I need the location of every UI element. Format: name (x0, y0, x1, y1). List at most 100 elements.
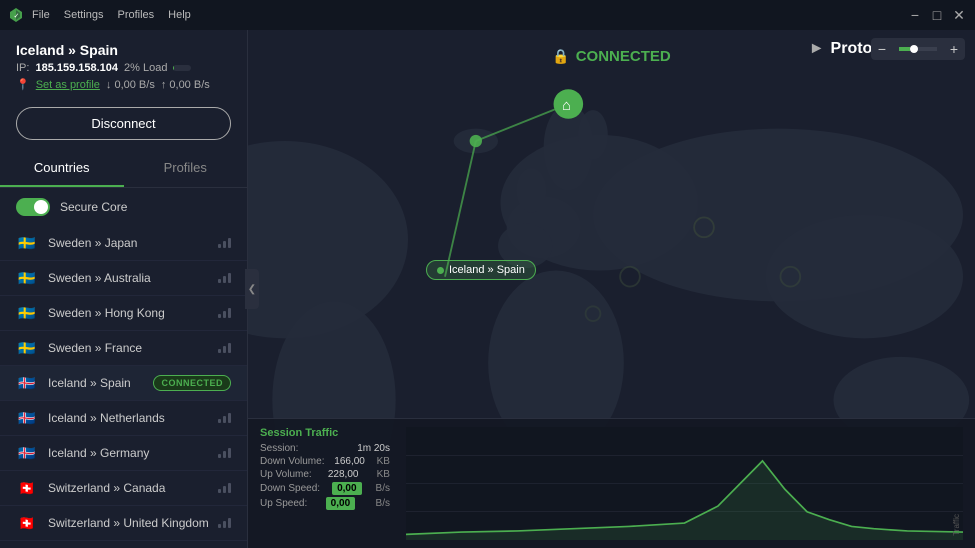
down-vol-unit: KB (377, 456, 390, 467)
server-name: Sweden » Hong Kong (48, 306, 218, 320)
set-profile-link[interactable]: Set as profile (36, 79, 100, 91)
menu-file[interactable]: File (32, 9, 50, 21)
load-bar-container (173, 65, 191, 71)
traffic-stats: Session Traffic Session: 1m 20s Down Vol… (260, 427, 390, 540)
signal-dots (218, 448, 231, 458)
down-speed-label: Down Speed: (260, 483, 320, 494)
traffic-chart: Traffic (406, 427, 963, 540)
up-speed-label: Up Speed: (260, 498, 307, 509)
flag-icon: 🇸🇪 (16, 235, 38, 251)
up-vol-label: Up Volume: (260, 469, 312, 480)
signal-dots (218, 483, 231, 493)
tabs: Countries Profiles (0, 150, 247, 188)
pin-icon: 📍 (16, 78, 30, 91)
ip-row: IP: 185.159.158.104 2% Load (16, 62, 231, 74)
maximize-button[interactable]: □ (929, 7, 945, 23)
traffic-panel: Session Traffic Session: 1m 20s Down Vol… (248, 418, 975, 548)
server-item[interactable]: 🇨🇭Switzerland » United Kingdom (0, 506, 247, 541)
flag-icon: 🇮🇸 (16, 445, 38, 461)
server-name: Iceland » Netherlands (48, 411, 218, 425)
connection-info: Iceland » Spain IP: 185.159.158.104 2% L… (0, 30, 247, 101)
server-name: Sweden » Japan (48, 236, 218, 250)
load-bar (173, 65, 191, 71)
map-area: 🔒 CONNECTED ► ProtonVPN − + (248, 30, 975, 548)
zoom-in-button[interactable]: + (943, 38, 965, 60)
connected-label: CONNECTED (576, 48, 671, 65)
menu-settings[interactable]: Settings (64, 9, 104, 21)
flag-icon: 🇸🇪 (16, 305, 38, 321)
down-vol-row: Down Volume: 166,00 KB (260, 456, 390, 467)
secure-core-toggle[interactable] (16, 198, 50, 216)
server-item[interactable]: 🇸🇪 Sweden » Hong Kong (0, 296, 247, 331)
titlebar: ✓ File Settings Profiles Help − □ ✕ (0, 0, 975, 30)
server-list: 🇸🇪Sweden » Japan🇸🇪Sweden » Australia🇸🇪Sw… (0, 226, 247, 548)
flag-icon: 🇮🇸 (16, 375, 38, 391)
svg-text:✓: ✓ (14, 13, 20, 20)
zoom-controls: − + (871, 38, 965, 60)
server-name: Sweden » Australia (48, 271, 218, 285)
proton-icon: ► (809, 40, 825, 58)
server-item[interactable]: 🇨🇭 Switzerland » Canada (0, 471, 247, 506)
server-item[interactable]: 🇸🇪 Sweden » Japan (0, 226, 247, 261)
load-label: 2% Load (124, 62, 167, 74)
session-label: Session: (260, 443, 298, 454)
signal-dots (218, 518, 231, 528)
down-speed: ↓ 0,00 B/s (106, 79, 155, 91)
signal-dots (218, 238, 231, 248)
sidebar: Iceland » Spain IP: 185.159.158.104 2% L… (0, 30, 248, 548)
window-controls: − □ ✕ (907, 7, 967, 23)
svg-text:⌂: ⌂ (562, 98, 571, 114)
node-dot (437, 267, 444, 274)
server-item[interactable]: 🇮🇸 Iceland » Germany (0, 436, 247, 471)
ip-value: 185.159.158.104 (35, 62, 118, 74)
down-vol-value: 166,00 (334, 456, 365, 467)
sidebar-collapse-button[interactable]: ❮ (245, 269, 259, 309)
minimize-button[interactable]: − (907, 7, 923, 23)
node-label: Iceland » Spain (426, 260, 536, 280)
down-speed-value: 0,00 (332, 482, 361, 495)
tab-profiles[interactable]: Profiles (124, 150, 248, 187)
signal-dots (218, 273, 231, 283)
up-vol-unit: KB (377, 469, 390, 480)
chart-svg (406, 427, 963, 540)
flag-icon: 🇸🇪 (16, 270, 38, 286)
node-label-text: Iceland » Spain (449, 264, 525, 276)
main-layout: Iceland » Spain IP: 185.159.158.104 2% L… (0, 30, 975, 548)
flag-icon: 🇮🇸 (16, 410, 38, 426)
secure-core-row: Secure Core (0, 188, 247, 226)
zoom-out-button[interactable]: − (871, 38, 893, 60)
tab-countries[interactable]: Countries (0, 150, 124, 187)
connected-badge: CONNECTED (153, 375, 231, 391)
map-connected-badge: 🔒 CONNECTED (552, 48, 670, 65)
signal-dots (218, 343, 231, 353)
flag-icon: 🇨🇭 (16, 515, 38, 531)
secure-core-label: Secure Core (60, 200, 127, 214)
server-item[interactable]: 🇸🇪 Sweden » Australia (0, 261, 247, 296)
server-item[interactable]: 🇮🇸 Iceland » Netherlands (0, 401, 247, 436)
up-speed-row: Up Speed: 0,00 B/s (260, 497, 390, 510)
up-speed-value: 0,00 (326, 497, 355, 510)
lock-icon: 🔒 (552, 48, 569, 65)
session-row: Session: 1m 20s (260, 443, 390, 454)
server-item[interactable]: 🇸🇪Sweden » France (0, 331, 247, 366)
menu-profiles[interactable]: Profiles (117, 9, 154, 21)
server-name: Switzerland » Canada (48, 481, 218, 495)
app-logo: ✓ (8, 7, 24, 23)
up-speed: ↑ 0,00 B/s (161, 79, 210, 91)
zoom-slider[interactable] (893, 47, 943, 51)
close-button[interactable]: ✕ (951, 7, 967, 23)
signal-dots (218, 308, 231, 318)
down-vol-label: Down Volume: (260, 456, 324, 467)
up-vol-value: 228,00 (328, 469, 359, 480)
server-name: Sweden » France (48, 341, 218, 355)
disconnect-button[interactable]: Disconnect (16, 107, 231, 140)
up-vol-row: Up Volume: 228,00 KB (260, 469, 390, 480)
down-speed-unit: B/s (376, 483, 390, 494)
menu-bar: File Settings Profiles Help (32, 9, 191, 21)
ip-label: IP: (16, 62, 29, 74)
menu-help[interactable]: Help (168, 9, 191, 21)
signal-dots (218, 413, 231, 423)
flag-icon: 🇨🇭 (16, 480, 38, 496)
server-item[interactable]: 🇮🇸Iceland » SpainCONNECTED (0, 366, 247, 401)
server-name: Iceland » Germany (48, 446, 218, 460)
